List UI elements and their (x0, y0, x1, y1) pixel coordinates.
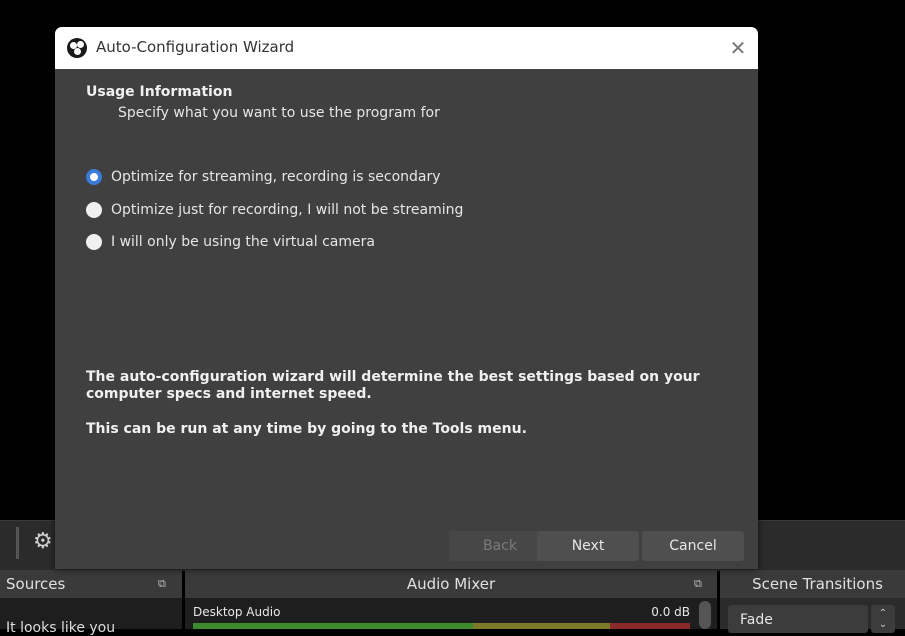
radio-option-label[interactable]: Optimize for streaming, recording is sec… (111, 169, 441, 185)
radio-button[interactable] (86, 202, 102, 218)
sources-dock-title: Sources (0, 570, 182, 598)
mixer-scrollbar[interactable] (699, 601, 711, 629)
obs-logo-icon (67, 38, 87, 58)
chevron-up-icon[interactable]: ⌃ (871, 608, 895, 619)
dialog-title: Auto-Configuration Wizard (96, 38, 295, 56)
close-icon[interactable]: ✕ (723, 33, 753, 63)
gear-icon[interactable]: ⚙ (33, 528, 53, 556)
next-button[interactable]: Next (537, 531, 639, 561)
section-heading: Usage Information (86, 84, 233, 100)
radio-option-virtual-camera[interactable]: I will only be using the virtual camera (86, 232, 375, 252)
dialog-titlebar[interactable]: Auto-Configuration Wizard ✕ (55, 27, 758, 69)
volume-meter (193, 623, 690, 629)
meter-green-segment (193, 623, 473, 629)
chevron-down-icon[interactable]: ⌄ (871, 619, 895, 630)
radio-option-streaming[interactable]: Optimize for streaming, recording is sec… (86, 167, 441, 187)
audio-mixer-dock-title: Audio Mixer (185, 570, 717, 598)
float-dock-icon[interactable]: ⧉ (158, 577, 166, 591)
sources-empty-hint: It looks like you (6, 620, 116, 636)
dialog-content: Usage Information Specify what you want … (55, 69, 758, 569)
meter-red-segment (610, 623, 690, 629)
auto-config-wizard-dialog: Auto-Configuration Wizard ✕ Usage Inform… (55, 27, 758, 569)
toolbar-separator (16, 527, 19, 559)
tools-menu-info-text: This can be run at any time by going to … (86, 421, 527, 437)
float-dock-icon[interactable]: ⧉ (694, 577, 702, 591)
radio-option-label[interactable]: I will only be using the virtual camera (111, 234, 375, 250)
scene-transitions-dock-title: Scene Transitions (720, 570, 905, 598)
radio-option-label[interactable]: Optimize just for recording, I will not … (111, 202, 463, 218)
wizard-info-text: The auto-configuration wizard will deter… (86, 369, 700, 402)
mixer-channel-db: 0.0 dB (651, 605, 690, 619)
back-button[interactable]: Back (449, 531, 551, 561)
meter-yellow-segment (473, 623, 610, 629)
radio-button[interactable] (86, 234, 102, 250)
mixer-channel-name: Desktop Audio (193, 605, 281, 619)
section-subheading: Specify what you want to use the program… (118, 105, 440, 121)
cancel-button[interactable]: Cancel (642, 531, 744, 561)
radio-button[interactable] (86, 169, 102, 185)
radio-option-recording[interactable]: Optimize just for recording, I will not … (86, 200, 463, 220)
